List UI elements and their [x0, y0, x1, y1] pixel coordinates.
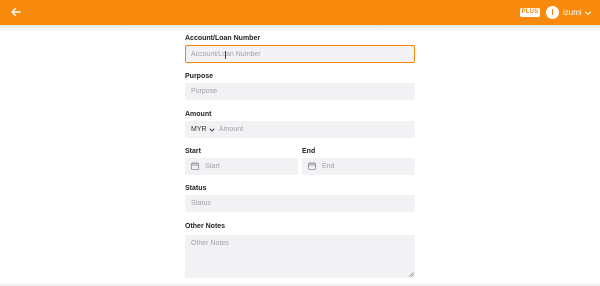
- avatar: I: [546, 6, 559, 19]
- status-label: Status: [185, 185, 207, 192]
- start-date-field[interactable]: [185, 158, 298, 175]
- currency-value: MYR: [191, 126, 207, 133]
- chevron-down-icon: [584, 11, 591, 15]
- user-name: izumi: [563, 8, 582, 17]
- amount-field[interactable]: MYR: [185, 121, 415, 138]
- purpose-input[interactable]: [191, 87, 406, 96]
- start-label: Start: [185, 148, 201, 155]
- plan-badge: PLUS: [520, 8, 540, 17]
- user-menu[interactable]: I izumi: [546, 6, 592, 19]
- top-bar: PLUS I izumi: [0, 0, 600, 25]
- status-input[interactable]: [191, 199, 406, 208]
- notes-textarea[interactable]: [191, 240, 406, 272]
- amount-input[interactable]: [219, 125, 404, 134]
- calendar-icon: [308, 162, 316, 170]
- purpose-field[interactable]: [185, 83, 415, 100]
- account-field[interactable]: [185, 45, 415, 63]
- account-label: Account/Loan Number: [185, 35, 261, 42]
- notes-field[interactable]: [185, 235, 415, 278]
- status-field[interactable]: [185, 195, 415, 212]
- arrow-left-icon: [11, 7, 21, 17]
- bottom-shadow: [0, 282, 600, 286]
- amount-label: Amount: [185, 111, 212, 118]
- chevron-down-icon: [209, 128, 215, 132]
- calendar-icon: [191, 162, 199, 170]
- header-shadow: [0, 25, 600, 31]
- end-label: End: [302, 148, 316, 155]
- back-button[interactable]: [9, 5, 23, 19]
- account-input[interactable]: [191, 50, 406, 59]
- start-date-input[interactable]: [205, 162, 293, 171]
- notes-label: Other Notes: [185, 223, 226, 230]
- currency-select[interactable]: MYR: [191, 121, 215, 138]
- resize-grip-icon[interactable]: [409, 272, 414, 277]
- purpose-label: Purpose: [185, 73, 214, 80]
- end-date-input[interactable]: [322, 162, 410, 171]
- end-date-field[interactable]: [302, 158, 415, 175]
